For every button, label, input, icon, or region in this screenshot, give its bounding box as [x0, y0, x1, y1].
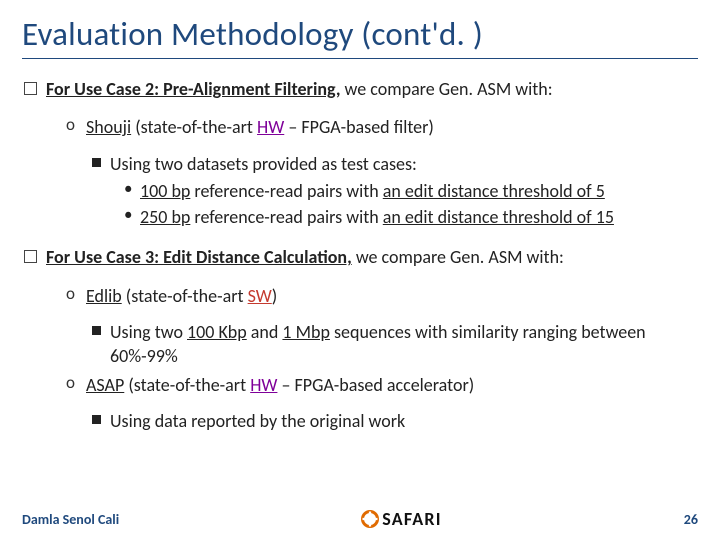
slide-body: For Use Case 2: Pre-Alignment Filtering,…	[22, 77, 698, 433]
ed-sub3: and	[247, 321, 283, 343]
page-number: 26	[684, 511, 698, 528]
uc3-edlib: Edlib (state-of-the-art SW)	[62, 284, 698, 308]
slide-title: Evaluation Methodology (cont'd. )	[22, 14, 698, 59]
uc3-asap-sub: Using data reported by the original work	[90, 409, 698, 433]
hw-label: HW	[257, 116, 284, 138]
uc2-datasets: Using two datasets provided as test case…	[90, 152, 698, 176]
uc2-ds2-thr: an edit distance threshold of 15	[383, 206, 614, 228]
shouji-name: Shouji	[86, 116, 131, 138]
uc2-ds1-bp: 100 bp	[140, 180, 190, 202]
uc3-bold: For Use Case 3: Edit Distance Calculatio…	[46, 246, 352, 268]
uc2-rest: we compare Gen. ASM with:	[340, 78, 552, 100]
uc2-ds1-thr: an edit distance threshold of 5	[383, 180, 605, 202]
edlib-name: Edlib	[86, 285, 122, 307]
safari-logo: SAFARI	[361, 508, 441, 530]
ed-sub1: Using two	[110, 321, 187, 343]
uc3-rest: we compare Gen. ASM with:	[352, 246, 564, 268]
asap-desc2: – FPGA-based accelerator)	[277, 374, 474, 396]
uc2-ds2-bp: 250 bp	[140, 206, 190, 228]
uc2-ds2-mid: reference-read pairs with	[190, 206, 382, 228]
lifebuoy-icon	[361, 510, 379, 528]
uc3-asap: ASAP (state-of-the-art HW – FPGA-based a…	[62, 373, 698, 397]
edlib-desc2: )	[272, 285, 277, 307]
logo-text: SAFARI	[382, 508, 441, 530]
uc3-edlib-sub: Using two 100 Kbp and 1 Mbp sequences wi…	[90, 320, 698, 369]
ed-sub2: 100 Kbp	[187, 321, 247, 343]
ed-sub4: 1 Mbp	[282, 321, 330, 343]
edlib-desc1: (state-of-the-art	[122, 285, 248, 307]
usecase2-heading: For Use Case 2: Pre-Alignment Filtering,…	[22, 77, 698, 101]
slide: { "title": "Evaluation Methodology (cont…	[0, 0, 720, 540]
uc2-ds1-mid: reference-read pairs with	[190, 180, 382, 202]
shouji-desc2: – FPGA-based filter)	[284, 116, 434, 138]
uc2-shouji: Shouji (state-of-the-art HW – FPGA-based…	[62, 115, 698, 139]
author-name: Damla Senol Cali	[22, 511, 119, 528]
uc2-ds1: 100 bp reference-read pairs with an edit…	[122, 179, 698, 203]
uc2-bold: For Use Case 2: Pre-Alignment Filtering,	[46, 78, 340, 100]
sw-label: SW	[248, 285, 272, 307]
slide-footer: Damla Senol Cali SAFARI 26	[0, 508, 720, 530]
usecase3-heading: For Use Case 3: Edit Distance Calculatio…	[22, 245, 698, 269]
asap-desc1: (state-of-the-art	[124, 374, 250, 396]
shouji-desc1: (state-of-the-art	[131, 116, 257, 138]
asap-name: ASAP	[86, 374, 124, 396]
uc2-ds2: 250 bp reference-read pairs with an edit…	[122, 205, 698, 229]
asap-hw: HW	[250, 374, 277, 396]
